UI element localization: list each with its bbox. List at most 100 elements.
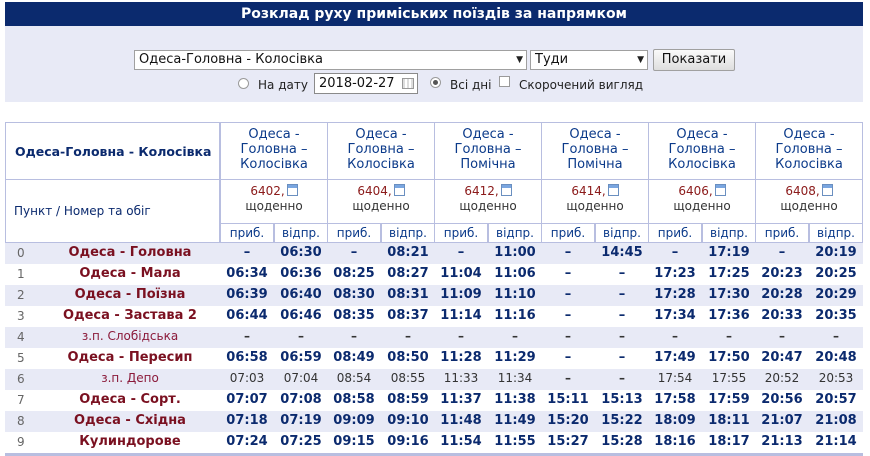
- time-cell: 07:18: [226, 413, 268, 428]
- train-days: щоденно: [459, 199, 517, 213]
- station-name[interactable]: Одеса - Мала: [35, 266, 225, 281]
- row-index: 1: [17, 267, 25, 281]
- calendar-icon[interactable]: [607, 184, 619, 196]
- time-cell: –: [564, 245, 572, 260]
- station-name[interactable]: Одеса - Головна: [35, 245, 225, 260]
- time-cell: 20:25: [815, 266, 857, 281]
- time-cell: 06:58: [226, 350, 268, 365]
- train-number[interactable]: 6414,: [571, 184, 605, 198]
- station-name[interactable]: з.п. Слобідська: [35, 329, 225, 343]
- time-cell: 20:33: [761, 308, 803, 323]
- date-input[interactable]: 2018-02-27: [314, 73, 418, 94]
- time-cell: 18:11: [708, 413, 750, 428]
- time-cell: 20:48: [815, 350, 857, 365]
- time-cell: –: [619, 371, 625, 385]
- direction-select[interactable]: Туди ▼: [530, 50, 648, 70]
- page-title: Розклад руху приміських поїздів за напря…: [5, 2, 863, 26]
- time-cell: 11:29: [494, 350, 536, 365]
- all-days-radio[interactable]: [430, 77, 441, 88]
- time-cell: 20:19: [815, 245, 857, 260]
- station-name[interactable]: Кулиндорове: [35, 434, 225, 449]
- time-cell: 11:04: [440, 266, 482, 281]
- station-name[interactable]: Одеса - Сорт.: [35, 392, 225, 407]
- train-number[interactable]: 6404,: [357, 184, 391, 198]
- train-number[interactable]: 6406,: [678, 184, 712, 198]
- time-cell: –: [244, 329, 250, 343]
- time-cell: –: [351, 329, 357, 343]
- row-index: 2: [17, 288, 25, 302]
- time-cell: 17:55: [711, 371, 747, 385]
- row-index: 0: [17, 246, 25, 260]
- station-name[interactable]: Одеса - Поїзна: [35, 287, 225, 302]
- station-name[interactable]: Одеса - Застава 2: [35, 308, 225, 323]
- time-cell: 17:58: [654, 392, 696, 407]
- calendar-icon[interactable]: [714, 184, 726, 196]
- time-cell: –: [618, 287, 626, 302]
- date-radio[interactable]: [238, 78, 249, 89]
- departure-header: відпр.: [703, 224, 755, 242]
- time-cell: 08:54: [336, 371, 372, 385]
- calendar-icon[interactable]: [286, 184, 298, 196]
- time-cell: 11:48: [440, 413, 482, 428]
- chevron-down-icon: ▼: [516, 55, 523, 65]
- calendar-icon[interactable]: [500, 184, 512, 196]
- time-cell: 20:56: [761, 392, 803, 407]
- train-destination: Одеса - Головна – Колосівка: [328, 123, 434, 179]
- train-days: щоденно: [780, 199, 838, 213]
- departure-header: відпр.: [489, 224, 541, 242]
- train-days: щоденно: [245, 199, 303, 213]
- short-view-checkbox[interactable]: [499, 76, 510, 87]
- calendar-icon[interactable]: [402, 78, 414, 89]
- time-cell: –: [457, 245, 465, 260]
- time-cell: 15:20: [547, 413, 589, 428]
- departure-header: відпр.: [275, 224, 327, 242]
- time-cell: 06:34: [226, 266, 268, 281]
- time-cell: 17:59: [708, 392, 750, 407]
- time-cell: 08:30: [333, 287, 375, 302]
- route-header: Одеса-Головна - Колосівка: [6, 123, 219, 179]
- time-cell: 06:40: [280, 287, 322, 302]
- train-number-cell: 6414, щоденно: [542, 180, 648, 223]
- time-cell: 15:28: [601, 434, 643, 449]
- time-cell: –: [672, 329, 678, 343]
- calendar-icon[interactable]: [821, 184, 833, 196]
- time-cell: 09:15: [333, 434, 375, 449]
- calendar-icon[interactable]: [393, 184, 405, 196]
- time-cell: –: [564, 308, 572, 323]
- time-cell: 18:16: [654, 434, 696, 449]
- time-cell: –: [565, 371, 571, 385]
- station-name[interactable]: Одеса - Східна: [35, 413, 225, 428]
- train-number[interactable]: 6412,: [464, 184, 498, 198]
- time-cell: 15:22: [601, 413, 643, 428]
- train-number-cell: 6406, щоденно: [649, 180, 755, 223]
- station-name[interactable]: Одеса - Пересип: [35, 350, 225, 365]
- arrival-header: приб.: [649, 224, 701, 242]
- row-index: 3: [17, 309, 25, 323]
- train-number-cell: 6412, щоденно: [435, 180, 541, 223]
- time-cell: –: [298, 329, 304, 343]
- time-cell: 06:46: [280, 308, 322, 323]
- time-cell: –: [618, 266, 626, 281]
- time-cell: –: [778, 245, 786, 260]
- time-cell: 18:09: [654, 413, 696, 428]
- time-cell: 09:16: [387, 434, 429, 449]
- departure-header: відпр.: [810, 224, 862, 242]
- time-cell: 08:59: [387, 392, 429, 407]
- show-button[interactable]: Показати: [653, 49, 735, 71]
- time-cell: 21:13: [761, 434, 803, 449]
- train-number-cell: 6408, щоденно: [756, 180, 862, 223]
- train-number-cell: 6404, щоденно: [328, 180, 434, 223]
- train-number[interactable]: 6408,: [785, 184, 819, 198]
- row-index: 6: [17, 372, 25, 386]
- train-destination: Одеса - Головна – Помічна: [542, 123, 648, 179]
- station-name[interactable]: з.п. Депо: [35, 371, 225, 385]
- time-cell: 11:49: [494, 413, 536, 428]
- time-cell: 08:27: [387, 266, 429, 281]
- route-select[interactable]: Одеса-Головна - Колосівка ▼: [134, 50, 527, 70]
- time-cell: 15:11: [547, 392, 589, 407]
- time-cell: 17:25: [708, 266, 750, 281]
- time-cell: 17:19: [708, 245, 750, 260]
- train-number[interactable]: 6402,: [250, 184, 284, 198]
- time-cell: 08:25: [333, 266, 375, 281]
- time-cell: 17:23: [654, 266, 696, 281]
